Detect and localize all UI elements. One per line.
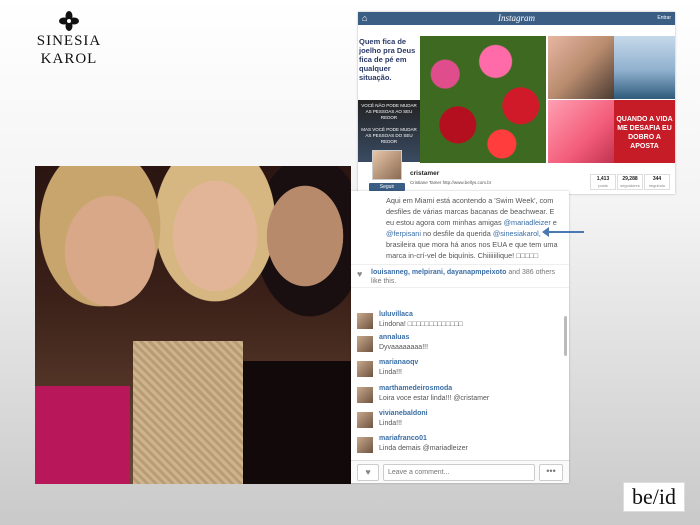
mention-link[interactable]: @mariadleizer xyxy=(504,218,551,227)
stat-followers-value: 29,288 xyxy=(622,176,638,182)
profile-username: cristamer xyxy=(410,170,440,177)
comment-user[interactable]: marianaoqv xyxy=(379,359,418,366)
post-photo xyxy=(35,166,351,484)
comment-avatar[interactable] xyxy=(357,437,373,453)
comment-bar: ♥ ••• xyxy=(351,460,569,483)
comment-input[interactable] xyxy=(383,464,535,481)
stat-posts[interactable]: 1,413 posts xyxy=(590,174,616,190)
logo-wordmark: SINESIA KAROL xyxy=(36,33,102,67)
stat-followers-label: seguidores xyxy=(620,183,640,188)
profile-avatar[interactable] xyxy=(372,150,402,180)
heart-icon: ♥ xyxy=(357,269,363,279)
likes-count: 386 xyxy=(521,269,534,276)
quote-text: Quem fica de joelho pra Deus fica de pé … xyxy=(359,37,416,82)
comment-avatar[interactable] xyxy=(357,387,373,403)
photo-detail-dress-black xyxy=(243,361,351,484)
comment-avatar[interactable] xyxy=(357,336,373,352)
caption-text: e xyxy=(550,218,557,227)
comment-user[interactable]: annaluas xyxy=(379,334,409,341)
comments-scrollbar[interactable] xyxy=(564,316,567,356)
more-options-button[interactable]: ••• xyxy=(539,464,563,481)
mention-link[interactable]: @ferpisani xyxy=(386,229,421,238)
caption-text: no desfile da querida xyxy=(421,229,493,238)
stat-posts-value: 1,413 xyxy=(596,176,610,182)
comment-avatar[interactable] xyxy=(357,313,373,329)
comment-item: vivianebaldoni Linda!!! xyxy=(357,410,557,432)
speech-text-1: VOCÊ NÃO PODE MUDAR AS PESSOAS AO SEU RE… xyxy=(361,103,417,120)
comment-item: mariafranco01 Linda demais @mariadleizer xyxy=(357,435,557,457)
stat-posts-label: posts xyxy=(598,183,608,188)
photo-tile-challenge[interactable]: QUANDO A VIDA ME DESAFIA EU DOBRO A APOS… xyxy=(614,100,675,163)
comment-user[interactable]: vivianebaldoni xyxy=(379,410,428,417)
challenge-text: QUANDO A VIDA ME DESAFIA EU DOBRO A APOS… xyxy=(616,116,673,150)
pointer-arrow-icon xyxy=(542,227,584,237)
like-button[interactable]: ♥ xyxy=(357,464,379,481)
likes-row: ♥ louisanneg, melpirani, dayanapmpeixoto… xyxy=(351,264,569,288)
signin-link[interactable]: Entrar xyxy=(657,15,671,21)
comment-user[interactable]: mariafranco01 xyxy=(379,435,427,442)
logo-emblem-icon xyxy=(59,11,79,31)
photo-tile-friends[interactable] xyxy=(548,36,614,99)
photo-detail-dress-pink xyxy=(35,386,130,484)
photo-detail-dress-gold xyxy=(133,341,243,484)
instagram-profile-screenshot: ⌂ Instagram Entrar Quem fica de joelho p… xyxy=(358,12,675,194)
comment-item: marthamedeirosmoda Loira voce estar lind… xyxy=(357,385,557,407)
likes-text: louisanneg, melpirani, dayanapmpeixoto a… xyxy=(371,268,561,286)
comment-text: Linda demais @mariadleizer xyxy=(379,445,468,452)
photo-tile-sea[interactable] xyxy=(614,36,675,99)
post-comments-panel: Aqui em Miami está acontendo a 'Swim Wee… xyxy=(351,191,584,483)
photo-tile-shoes[interactable] xyxy=(548,100,614,163)
comment-user[interactable]: luluvillaca xyxy=(379,311,413,318)
sinesia-karol-logo: SINESIA KAROL xyxy=(10,10,128,67)
heart-icon: ♥ xyxy=(365,467,371,477)
stat-following-label: seguindo xyxy=(648,183,666,188)
stat-following-value: 344 xyxy=(652,176,662,182)
instagram-topbar: ⌂ Instagram Entrar xyxy=(358,12,675,25)
comment-text: Loira voce estar linda!!! @cristamer xyxy=(379,395,490,402)
comment-text: Linda!!! xyxy=(379,369,402,376)
mention-link[interactable]: @sinesiakarol xyxy=(493,229,539,238)
comment-text: Lindona! □□□□□□□□□□□□□ xyxy=(379,321,463,328)
comment-avatar[interactable] xyxy=(357,361,373,377)
beid-logo: be/id xyxy=(623,482,685,512)
comment-text: Linda!!! xyxy=(379,420,402,427)
comment-avatar[interactable] xyxy=(357,412,373,428)
post-caption: Aqui em Miami está acontendo a 'Swim Wee… xyxy=(386,195,564,261)
instagram-brand: Instagram xyxy=(497,13,535,23)
likes-users[interactable]: louisanneg, melpirani, dayanapmpeixoto xyxy=(371,269,506,276)
comment-item: marianaoqv Linda!!! xyxy=(357,359,557,381)
follow-button[interactable]: Seguir xyxy=(369,183,405,191)
comment-item: annaluas Dyvaaaaaaaa!!! xyxy=(357,334,557,356)
comment-item: luluvillaca Lindona! □□□□□□□□□□□□□ xyxy=(357,311,557,333)
photo-tile-roses[interactable] xyxy=(420,36,546,163)
likes-and: and xyxy=(506,269,522,276)
stat-followers[interactable]: 29,288 seguidores xyxy=(617,174,643,190)
stat-following[interactable]: 344 seguindo xyxy=(644,174,670,190)
profile-bio: Cristiane Tamer http://www.bellys.com.br xyxy=(410,180,492,185)
comment-text: Dyvaaaaaaaa!!! xyxy=(379,344,429,351)
speech-text-2: MAS VOCÊ PODE MUDAR AS PESSOAS DO SEU RE… xyxy=(361,127,417,144)
comment-user[interactable]: marthamedeirosmoda xyxy=(379,385,452,392)
photo-tile-quote[interactable]: Quem fica de joelho pra Deus fica de pé … xyxy=(358,36,420,100)
